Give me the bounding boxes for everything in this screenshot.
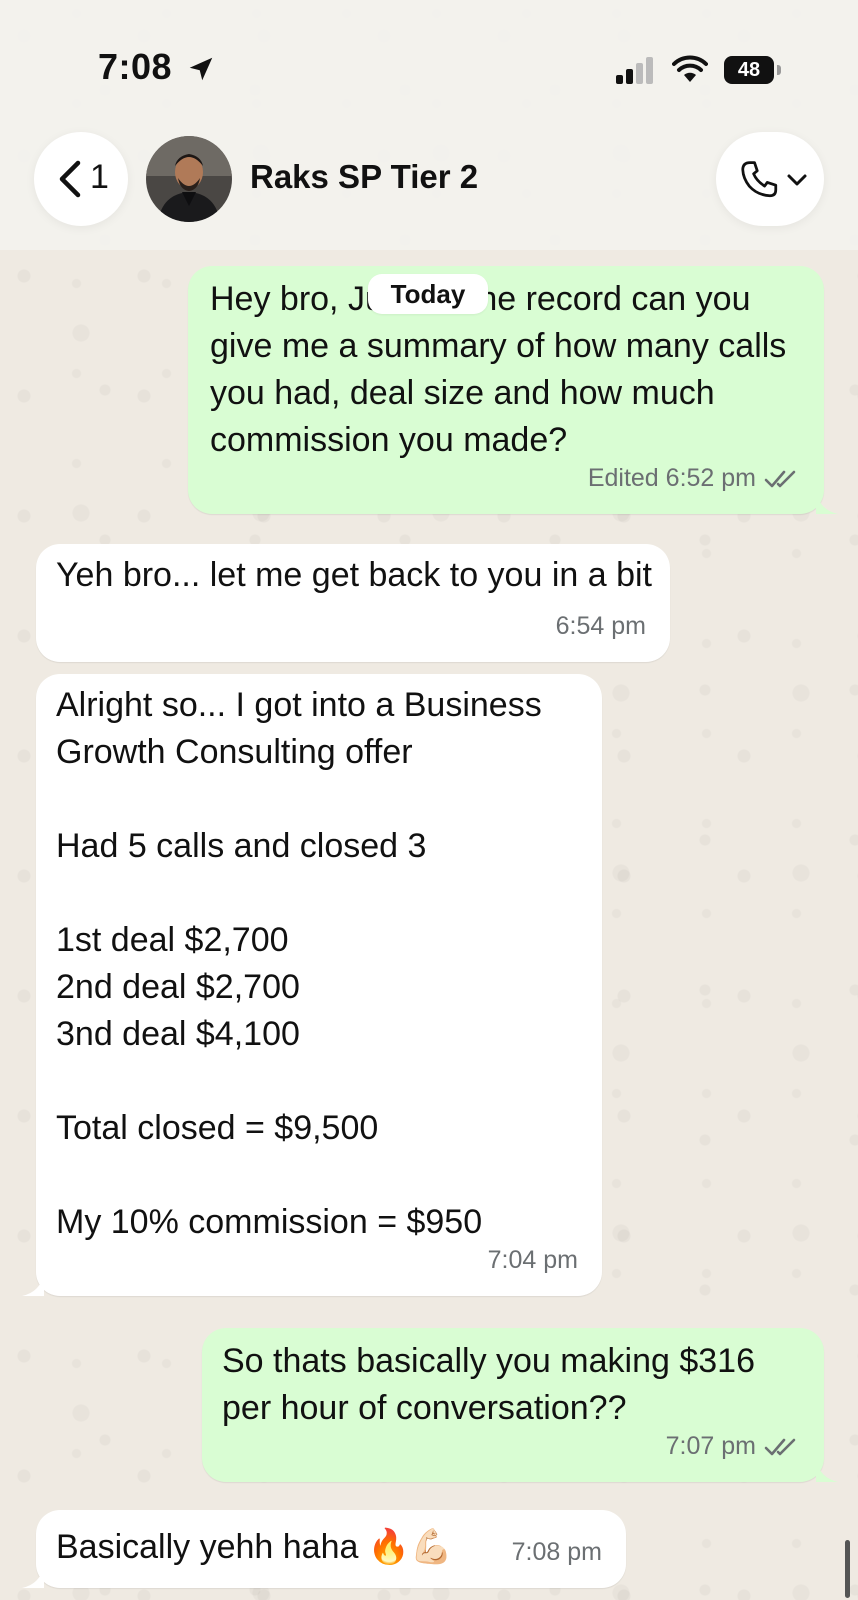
- message-meta: Edited 6:52 pm: [588, 455, 800, 502]
- battery-icon: 48: [724, 56, 781, 84]
- message-text: Hey bro, Just for the record can you giv…: [210, 280, 787, 459]
- message-time: Edited 6:52 pm: [587, 464, 756, 492]
- message-outgoing[interactable]: So thats basically you making $316 per h…: [202, 1328, 838, 1482]
- chevron-left-icon: [59, 160, 81, 198]
- message-meta: 7:04 pm: [488, 1237, 578, 1284]
- chevron-down-icon: [787, 174, 807, 186]
- call-button[interactable]: [716, 132, 824, 226]
- wifi-icon: [672, 55, 708, 82]
- bubble-tail: [22, 1274, 44, 1296]
- avatar-photo: [146, 136, 232, 222]
- bubble-tail: [22, 1566, 44, 1588]
- message-meta: 7:08 pm: [512, 1529, 602, 1576]
- message-text: Alright so... I got into a Business Grow…: [56, 686, 542, 1241]
- message-body: Basically yehh haha 🔥💪🏻: [56, 1524, 453, 1571]
- message-incoming[interactable]: Basically yehh haha 🔥💪🏻 7:08 pm: [22, 1510, 626, 1588]
- avatar[interactable]: [146, 136, 232, 222]
- chat-header: 7:08 48 1 Raks SP Tier 2: [0, 0, 858, 250]
- bubble-tail: [816, 492, 838, 514]
- message-text: So thats basically you making $316 per h…: [222, 1342, 755, 1427]
- date-divider: Today: [368, 274, 488, 314]
- message-outgoing[interactable]: Hey bro, Just for the record can you giv…: [188, 266, 838, 514]
- message-meta: 6:54 pm: [556, 603, 646, 650]
- location-arrow-icon: [189, 57, 213, 81]
- status-time: 7:08: [98, 46, 173, 87]
- bubble-tail: [816, 1460, 838, 1482]
- message-meta: 7:07 pm: [666, 1423, 800, 1470]
- back-button[interactable]: 1: [34, 132, 128, 226]
- message-time: 7:08 pm: [511, 1538, 602, 1566]
- signal-icon: [616, 57, 653, 84]
- message-time: 7:07 pm: [665, 1432, 756, 1460]
- scrollbar[interactable]: [845, 1540, 850, 1598]
- double-check-icon: [764, 470, 796, 487]
- message-time: 7:04 pm: [487, 1246, 578, 1274]
- contact-name[interactable]: Raks SP Tier 2: [250, 158, 478, 196]
- message-time: 6:54 pm: [555, 612, 646, 640]
- message-text: Yeh bro... let me get back to you in a b…: [56, 556, 652, 594]
- message-text: Basically yehh haha: [56, 1528, 359, 1566]
- unread-count: 1: [90, 158, 109, 196]
- double-check-icon: [764, 1438, 796, 1455]
- message-incoming[interactable]: Alright so... I got into a Business Grow…: [22, 674, 602, 1296]
- message-incoming[interactable]: Yeh bro... let me get back to you in a b…: [36, 544, 670, 662]
- fire-muscle-emoji: 🔥💪🏻: [367, 1527, 453, 1567]
- phone-icon: [741, 161, 778, 198]
